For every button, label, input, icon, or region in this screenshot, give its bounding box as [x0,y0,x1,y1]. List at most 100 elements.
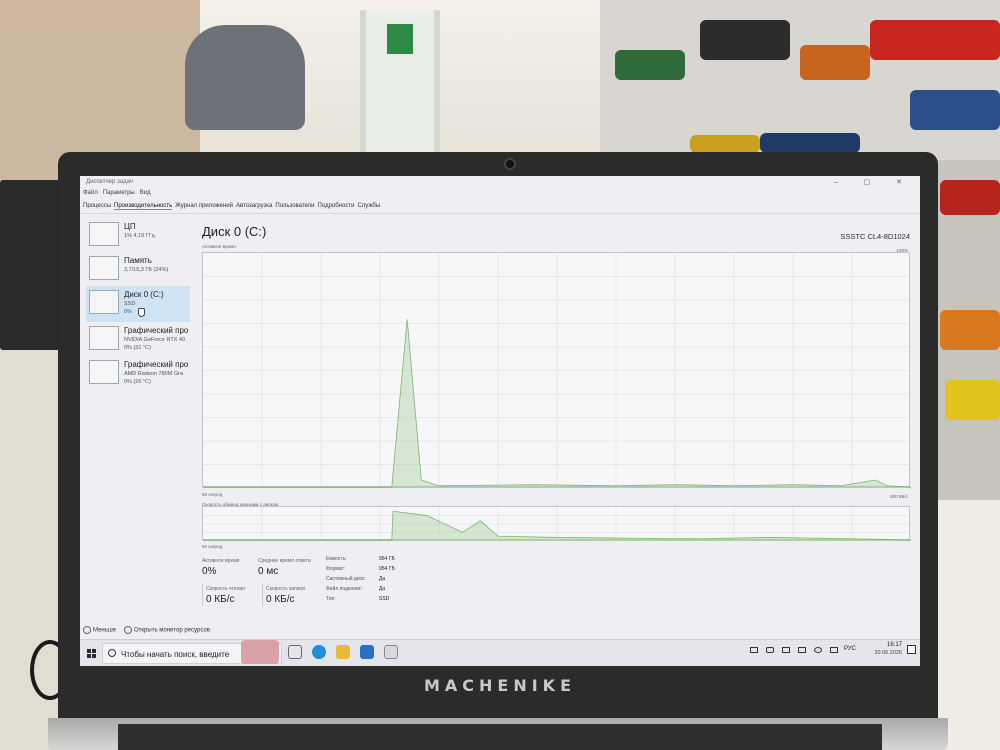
keyboard-icon[interactable] [830,647,838,653]
read-speed-label: Скорость чтения [206,586,245,592]
tray-app-icon[interactable] [750,647,758,653]
power-tool-red-side [940,180,1000,215]
sidebar-item-usage: 0% (26 °C) [124,379,151,385]
sidebar-item-usage: 0% (31 °C) [124,345,151,351]
network-icon[interactable] [782,647,790,653]
search-input[interactable]: Чтобы начать поиск, введите [121,650,229,659]
window-controls[interactable]: – ▢ ✕ [834,178,914,186]
memory-thumbnail [89,256,119,280]
tab-divider [80,213,920,214]
taskbar: Чтобы начать поиск, введите РУС 16:17 20… [80,639,920,666]
divider [262,584,263,606]
sidebar-item-disk0[interactable]: Диск 0 (C:) SSD 0% [86,286,190,322]
baby-seat [185,25,305,130]
tab-processes[interactable]: Процессы [83,203,111,210]
disk-model: SSSTC CL4-8D1024 [840,232,910,241]
active-time-label: Активное время [202,558,240,564]
sidebar-item-label: Память [124,256,152,265]
format-label: Формат: [326,566,346,572]
search-icon [108,649,116,657]
sidebar-item-label: Диск 0 (C:) [124,290,164,299]
power-tool-green [615,50,685,80]
type-value: SSD [379,596,390,602]
taskbar-search[interactable]: Чтобы начать поиск, введите [102,640,282,664]
tab-app-history[interactable]: Журнал приложений [175,203,233,210]
graph2-right: 500 КБ/с [890,494,908,499]
chevron-up-icon[interactable] [766,647,774,653]
sidebar-item-gpu0[interactable]: Графический про NVIDIA GeForce RTX 40 0%… [86,322,190,356]
footer: Меньше Открыть монитор ресурсов [83,626,210,634]
pagefile-value: Да [379,586,386,592]
power-tool-red [870,20,1000,60]
menu-view[interactable]: Вид [140,190,151,196]
tab-startup[interactable]: Автозагрузка [236,203,272,210]
title-bar: Диспетчер задач – ▢ ✕ [80,176,920,189]
read-speed-value: 0 КБ/с [206,594,235,605]
mouse-cursor-icon [138,308,145,317]
graph1-time: 60 секунд [202,492,223,497]
capacity-value: 954 ГБ [379,556,395,562]
menu-options[interactable]: Параметры [103,190,135,196]
chevron-up-icon [83,626,91,634]
power-tool-blue [910,90,1000,130]
sidebar-item-sub: 3,7/15,3 ГБ (24%) [124,267,169,273]
resource-monitor-link[interactable]: Открыть монитор ресурсов [124,626,210,634]
sidebar-item-gpu1[interactable]: Графический про AMD Radeon 780M Gra 0% (… [86,356,190,390]
system-disk-label: Системный диск: [326,576,366,582]
sidebar-item-cpu[interactable]: ЦП 1% 4,19 ГГц [86,218,190,252]
page-title: Диск 0 (C:) [202,224,267,239]
active-time-graph [202,252,911,488]
active-time-chart [203,253,911,488]
task-manager-icon[interactable] [384,645,398,659]
tab-performance[interactable]: Производительность [114,203,173,210]
tab-details[interactable]: Подробности [318,203,355,210]
type-label: Тип: [326,596,336,602]
language-indicator[interactable]: РУС [844,646,856,652]
sidebar-item-memory[interactable]: Память 3,7/15,3 ГБ (24%) [86,252,190,286]
tab-bar: Процессы Производительность Журнал прило… [83,203,380,210]
transfer-rate-chart [203,507,911,541]
pagefile-label: Файл подкачки: [326,586,362,592]
battery-icon[interactable] [798,647,806,653]
notification-icon[interactable] [907,645,916,654]
clock-time[interactable]: 16:17 [887,642,902,648]
resource-monitor-label: Открыть монитор ресурсов [134,627,210,634]
divider [202,584,203,606]
power-tool-yellow [690,135,760,153]
store-icon[interactable] [360,645,374,659]
active-time-value: 0% [202,566,217,577]
laptop-brand: MACHENIKE [423,676,577,695]
task-view-icon[interactable] [288,645,302,659]
shelf-rack [0,180,60,350]
sidebar-item-sub: AMD Radeon 780M Gra [124,371,183,377]
power-tool-black [700,20,790,60]
response-label: Среднее время ответа [258,558,311,564]
power-tool-navy [760,133,860,153]
laptop-hinge-bar [118,724,882,750]
sidebar-item-label: ЦП [124,222,136,231]
performance-sidebar: ЦП 1% 4,19 ГГц Память 3,7/15,3 ГБ (24%) … [82,218,192,628]
sidebar-item-label: Графический про [124,360,189,369]
power-tool-orange-side [940,310,1000,350]
tab-services[interactable]: Службы [357,203,380,210]
gpu-thumbnail [89,326,119,350]
edge-icon[interactable] [312,645,326,659]
resource-monitor-icon [124,626,132,634]
laptop-screen: Диспетчер задач – ▢ ✕ Файл Параметры Вид… [80,176,920,666]
format-value: 954 ГБ [379,566,395,572]
menu-bar: Файл Параметры Вид [83,190,151,196]
file-explorer-icon[interactable] [336,645,350,659]
windows-start-icon[interactable] [87,649,96,658]
counter [935,500,1000,750]
window-title: Диспетчер задач [86,179,133,185]
graph1-label: Активное время [202,244,236,249]
clock-date[interactable]: 20.06.2026 [874,650,902,656]
graph2-time: 60 секунд [202,544,223,549]
tab-users[interactable]: Пользователи [275,203,314,210]
gpu-thumbnail [89,360,119,384]
system-disk-value: Да [379,576,386,582]
volume-icon[interactable] [814,647,822,653]
menu-file[interactable]: Файл [83,190,98,196]
fewer-details-label: Меньше [93,627,116,634]
fewer-details-button[interactable]: Меньше [83,626,116,634]
